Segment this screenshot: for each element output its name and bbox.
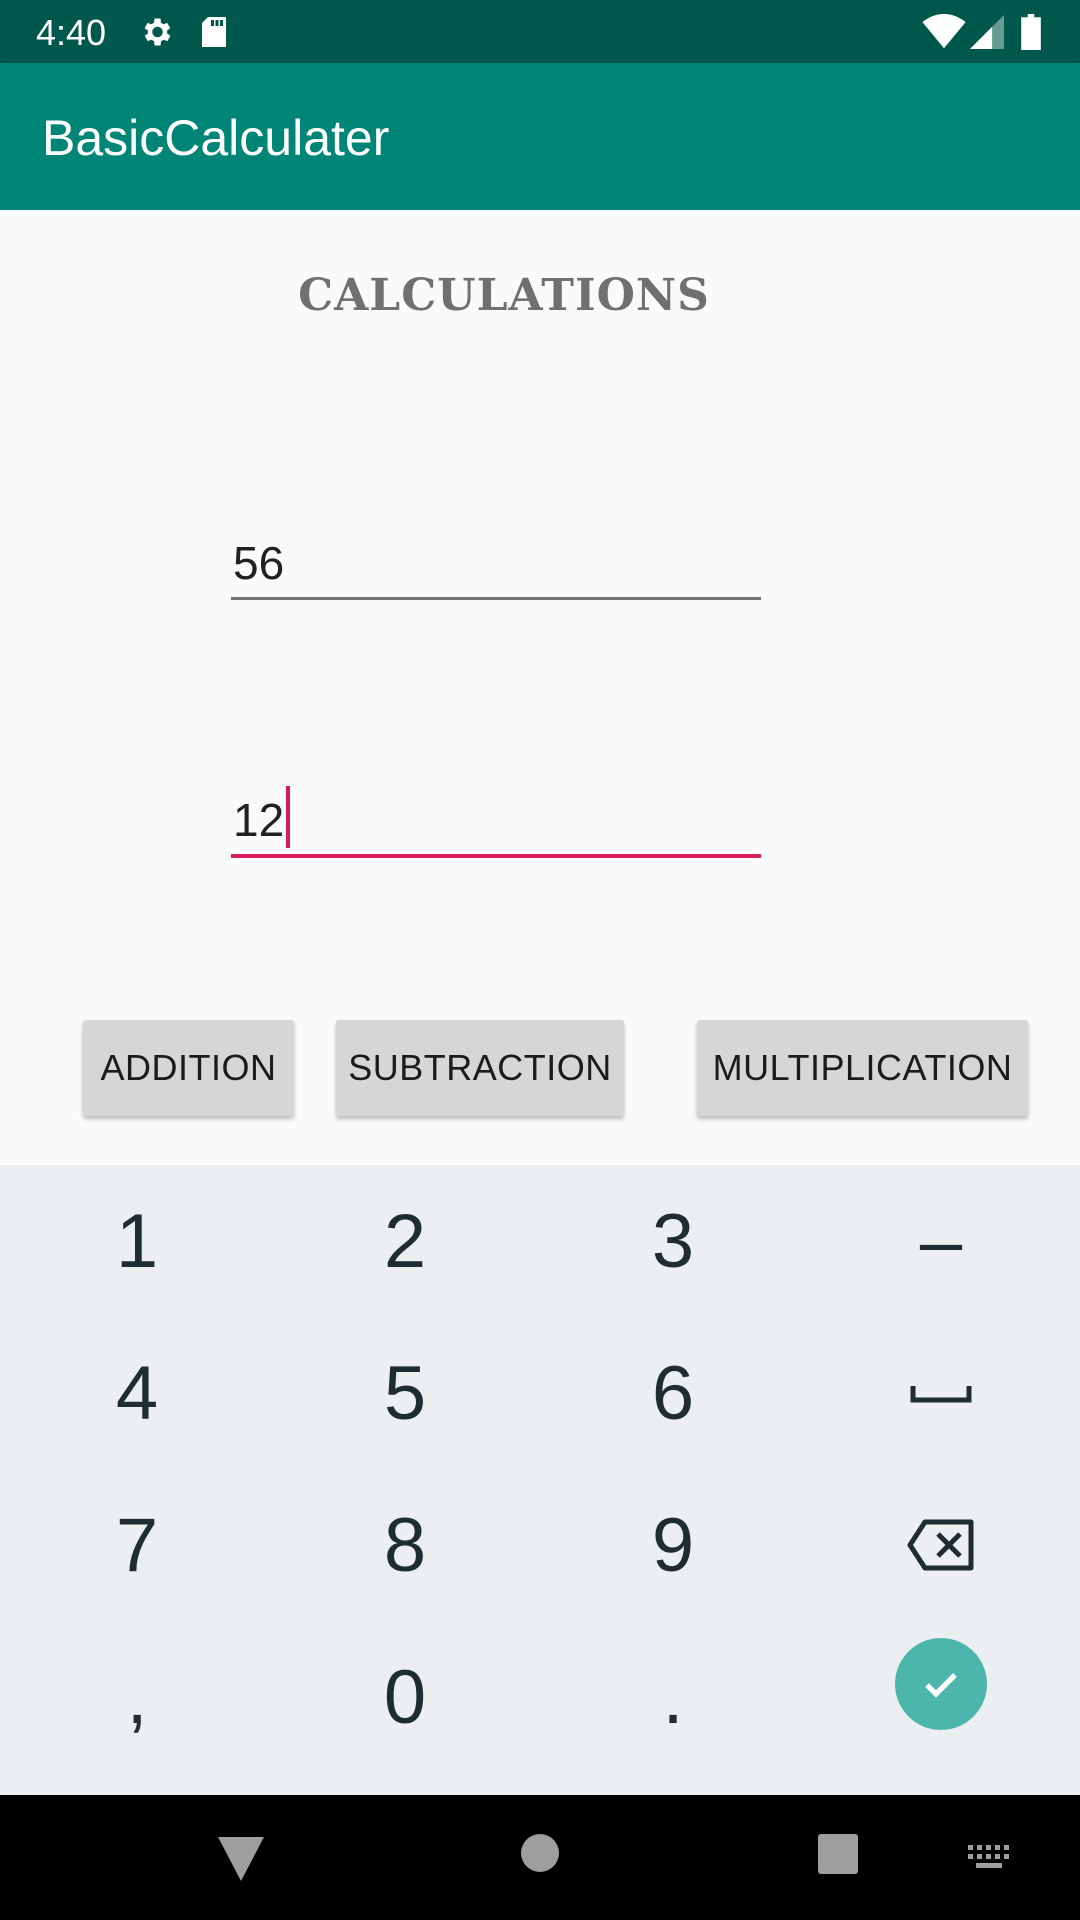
key-8[interactable]: 8	[270, 1469, 540, 1621]
gear-icon	[138, 14, 174, 55]
key-2[interactable]: 2	[270, 1165, 540, 1317]
page-heading: CALCULATIONS	[298, 270, 710, 321]
app-title: BasicCalculater	[42, 110, 390, 166]
recents-icon[interactable]	[818, 1834, 858, 1879]
first-number-field[interactable]: 56	[231, 530, 761, 600]
signal-icon	[970, 14, 1004, 55]
key-space[interactable]	[806, 1317, 1076, 1469]
status-time: 4:40	[36, 12, 107, 53]
key-done[interactable]	[806, 1608, 1076, 1760]
second-number-value: 12	[233, 794, 285, 846]
home-icon[interactable]	[520, 1833, 560, 1878]
key-backspace[interactable]	[806, 1469, 1076, 1621]
sd-card-icon	[198, 14, 230, 55]
navigation-bar	[0, 1795, 1080, 1920]
status-bar: 4:40	[0, 0, 1080, 63]
first-number-value: 56	[233, 537, 285, 589]
battery-icon	[1020, 14, 1042, 55]
key-comma[interactable]: ,	[2, 1621, 272, 1773]
subtraction-button[interactable]: SUBTRACTION	[336, 1020, 624, 1116]
backspace-icon	[907, 1519, 974, 1571]
text-cursor	[286, 786, 291, 848]
second-number-field[interactable]: 12	[231, 786, 761, 858]
multiplication-button[interactable]: MULTIPLICATION	[697, 1020, 1028, 1116]
key-7[interactable]: 7	[2, 1469, 272, 1621]
space-icon	[910, 1386, 972, 1403]
key-minus[interactable]: –	[806, 1165, 1076, 1317]
key-0[interactable]: 0	[270, 1621, 540, 1773]
calculator-form: CALCULATIONS 56 12 ADDITION SUBTRACTION …	[0, 210, 1080, 1165]
key-1[interactable]: 1	[2, 1165, 272, 1317]
key-3[interactable]: 3	[538, 1165, 808, 1317]
app-bar: BasicCalculater	[0, 63, 1080, 210]
done-button[interactable]	[895, 1638, 987, 1730]
first-number-underline	[231, 597, 761, 600]
back-icon[interactable]	[218, 1837, 264, 1886]
second-number-underline	[231, 854, 761, 858]
wifi-icon	[922, 14, 966, 55]
key-5[interactable]: 5	[270, 1317, 540, 1469]
numeric-keyboard: 1 2 3 – 4 5 6 7 8 9 , 0 .	[0, 1165, 1080, 1795]
key-6[interactable]: 6	[538, 1317, 808, 1469]
key-9[interactable]: 9	[538, 1469, 808, 1621]
key-period[interactable]: .	[538, 1621, 808, 1773]
keyboard-switch-icon[interactable]	[968, 1845, 1010, 1874]
addition-button[interactable]: ADDITION	[83, 1020, 294, 1116]
checkmark-icon	[925, 1673, 957, 1698]
key-4[interactable]: 4	[2, 1317, 272, 1469]
